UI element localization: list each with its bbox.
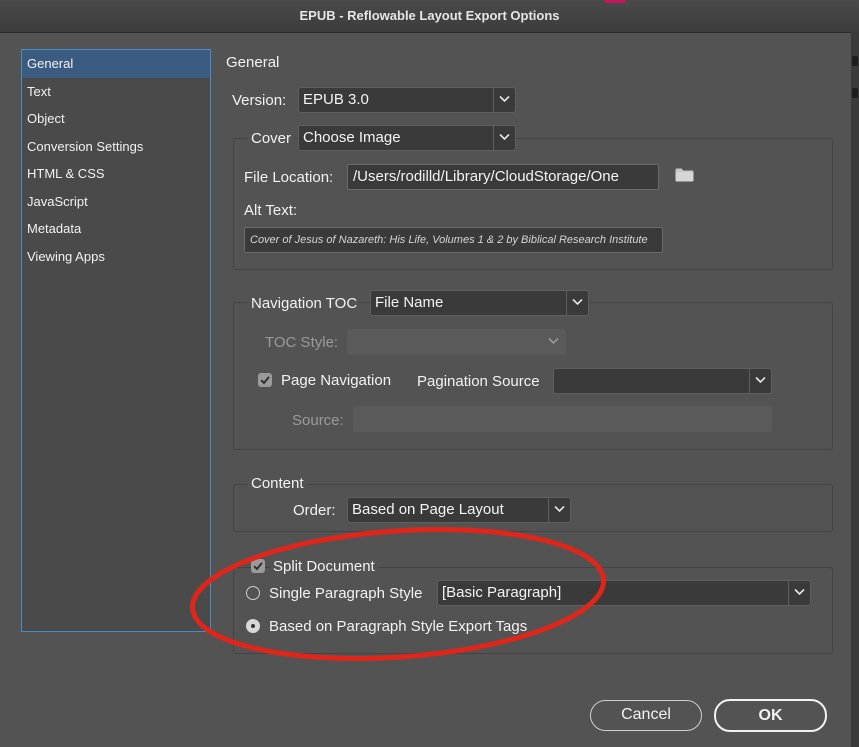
- sidebar-item-text[interactable]: Text: [22, 78, 210, 106]
- alt-text-label: Alt Text:: [244, 202, 298, 219]
- toc-style-dropdown[interactable]: [347, 329, 566, 355]
- red-annotation-ellipse: [189, 527, 607, 661]
- chevron-down-icon: [493, 126, 515, 150]
- panel-title: General: [226, 54, 280, 71]
- background-window-edge: [604, 0, 626, 3]
- sidebar-item-conversion-settings[interactable]: Conversion Settings: [22, 133, 210, 161]
- content-heading: Content: [248, 475, 307, 492]
- folder-icon[interactable]: [675, 168, 694, 187]
- order-dropdown[interactable]: Based on Page Layout: [347, 497, 571, 523]
- file-location-value: /Users/rodilld/Library/CloudStorage/One: [353, 168, 619, 185]
- version-dropdown[interactable]: EPUB 3.0: [298, 87, 516, 113]
- version-value: EPUB 3.0: [303, 91, 369, 108]
- chevron-down-icon: [543, 330, 565, 354]
- navigation-toc-value: File Name: [375, 294, 444, 311]
- right-window-edge: [851, 32, 859, 747]
- alt-text-value: Cover of Jesus of Nazareth: His Life, Vo…: [250, 234, 648, 246]
- source-label: Source:: [292, 412, 344, 429]
- chevron-down-icon: [566, 291, 588, 315]
- chevron-down-icon: [493, 88, 515, 112]
- sidebar-item-metadata[interactable]: Metadata: [22, 215, 210, 243]
- version-label: Version:: [232, 92, 287, 109]
- source-field[interactable]: [353, 406, 772, 432]
- edge-handle: [852, 56, 858, 66]
- pagination-source-dropdown[interactable]: [553, 368, 772, 394]
- chevron-down-icon: [548, 498, 570, 522]
- checkmark-icon: [260, 376, 270, 385]
- order-label: Order:: [293, 502, 336, 519]
- alt-text-field[interactable]: Cover of Jesus of Nazareth: His Life, Vo…: [244, 227, 663, 253]
- title-bar[interactable]: EPUB - Reflowable Layout Export Options: [0, 0, 859, 33]
- window-title: EPUB - Reflowable Layout Export Options: [299, 8, 560, 23]
- sidebar-item-viewing-apps[interactable]: Viewing Apps: [22, 243, 210, 271]
- cover-value: Choose Image: [303, 129, 401, 146]
- cancel-button[interactable]: Cancel: [590, 700, 702, 731]
- chevron-down-icon: [749, 369, 771, 393]
- sidebar-item-object[interactable]: Object: [22, 105, 210, 133]
- sidebar-item-general[interactable]: General: [22, 50, 210, 78]
- chevron-down-icon: [788, 581, 810, 605]
- category-list[interactable]: General Text Object Conversion Settings …: [21, 49, 211, 632]
- file-location-field[interactable]: /Users/rodilld/Library/CloudStorage/One: [347, 164, 659, 190]
- cover-dropdown[interactable]: Choose Image: [298, 125, 516, 151]
- edge-handle: [852, 88, 858, 98]
- page-navigation-label: Page Navigation: [281, 372, 392, 389]
- navigation-toc-dropdown[interactable]: File Name: [370, 290, 589, 316]
- page-navigation-checkbox[interactable]: [258, 373, 272, 387]
- file-location-label: File Location:: [244, 169, 334, 186]
- order-value: Based on Page Layout: [352, 501, 504, 518]
- pagination-source-label: Pagination Source: [417, 373, 540, 390]
- ok-button[interactable]: OK: [714, 699, 827, 732]
- cover-label: Cover: [248, 130, 295, 147]
- sidebar-item-html-css[interactable]: HTML & CSS: [22, 160, 210, 188]
- navigation-toc-label: Navigation TOC: [248, 295, 361, 312]
- toc-style-label: TOC Style:: [265, 334, 339, 351]
- sidebar-item-javascript[interactable]: JavaScript: [22, 188, 210, 216]
